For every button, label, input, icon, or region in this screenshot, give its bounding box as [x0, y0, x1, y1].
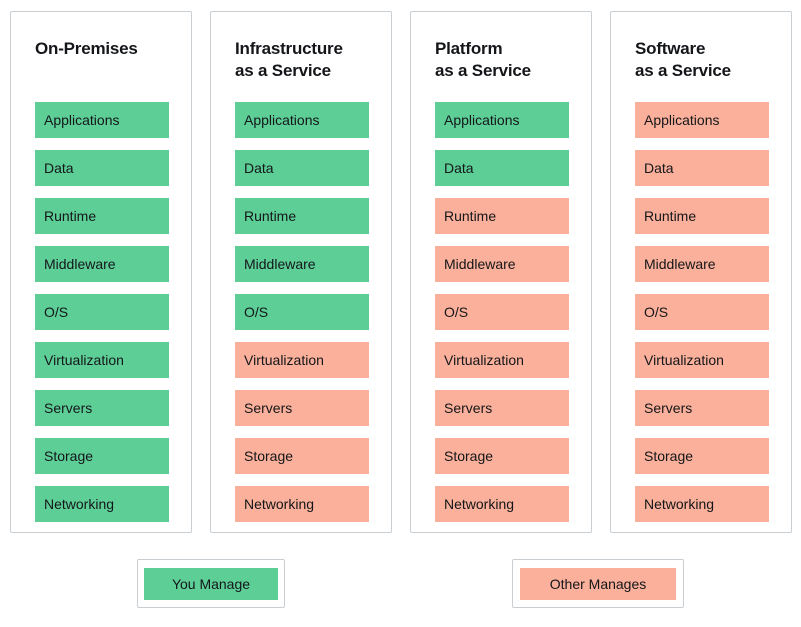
layer-label: Data [644, 160, 674, 176]
layer-runtime[interactable]: Runtime [435, 198, 569, 234]
layer-label: Virtualization [444, 352, 524, 368]
column-card-on-premises[interactable]: On-Premises Applications Data Runtime Mi… [10, 11, 192, 533]
layer-applications[interactable]: Applications [235, 102, 369, 138]
layer-label: Middleware [44, 256, 116, 272]
layer-stack-on-premises: Applications Data Runtime Middleware O/S… [35, 102, 169, 534]
layer-networking[interactable]: Networking [635, 486, 769, 522]
layer-label: Runtime [244, 208, 297, 224]
layer-virtualization[interactable]: Virtualization [435, 342, 569, 378]
layer-label: Networking [44, 496, 115, 512]
layer-runtime[interactable]: Runtime [235, 198, 369, 234]
legend-item-you-manage[interactable]: You Manage [137, 559, 285, 608]
layer-virtualization[interactable]: Virtualization [635, 342, 769, 378]
column-card-infrastructure-as-a-service[interactable]: Infrastructure as a Service Applications… [210, 11, 392, 533]
layer-label: Data [244, 160, 274, 176]
layer-label: O/S [644, 304, 669, 320]
layer-virtualization[interactable]: Virtualization [235, 342, 369, 378]
layer-middleware[interactable]: Middleware [235, 246, 369, 282]
column-title-on-premises: On-Premises [35, 39, 138, 58]
layer-label: Storage [244, 448, 294, 464]
layer-label: Data [44, 160, 74, 176]
layer-stack-platform-as-a-service: Applications Data Runtime Middleware O/S… [435, 102, 569, 534]
layer-label: Middleware [444, 256, 516, 272]
layer-label: Middleware [244, 256, 316, 272]
layer-data[interactable]: Data [235, 150, 369, 186]
legend-swatch-other-manages: Other Manages [520, 567, 676, 600]
service-model-diagram: On-Premises Applications Data Runtime Mi… [0, 0, 801, 627]
layer-data[interactable]: Data [35, 150, 169, 186]
layer-label: Servers [444, 400, 493, 416]
layer-data[interactable]: Data [635, 150, 769, 186]
layer-os[interactable]: O/S [35, 294, 169, 330]
legend-label-other-manages: Other Manages [549, 575, 647, 592]
layer-label: Applications [444, 112, 520, 128]
layer-storage[interactable]: Storage [635, 438, 769, 474]
layer-networking[interactable]: Networking [35, 486, 169, 522]
layer-label: Storage [444, 448, 494, 464]
layer-label: Runtime [44, 208, 97, 224]
layer-os[interactable]: O/S [235, 294, 369, 330]
layer-os[interactable]: O/S [635, 294, 769, 330]
service-model-columns: On-Premises Applications Data Runtime Mi… [0, 0, 801, 545]
layer-storage[interactable]: Storage [35, 438, 169, 474]
layer-data[interactable]: Data [435, 150, 569, 186]
layer-servers[interactable]: Servers [35, 390, 169, 426]
column-title-software-as-a-service: Software as a Service [635, 39, 731, 80]
column-card-software-as-a-service[interactable]: Software as a Service Applications Data … [610, 11, 792, 533]
layer-label: O/S [44, 304, 69, 320]
legend-item-other-manages[interactable]: Other Manages [512, 559, 684, 608]
layer-label: Applications [644, 112, 720, 128]
layer-label: O/S [444, 304, 469, 320]
layer-servers[interactable]: Servers [435, 390, 569, 426]
layer-label: Networking [644, 496, 715, 512]
layer-label: O/S [244, 304, 269, 320]
layer-runtime[interactable]: Runtime [35, 198, 169, 234]
layer-label: Virtualization [244, 352, 324, 368]
layer-middleware[interactable]: Middleware [635, 246, 769, 282]
layer-virtualization[interactable]: Virtualization [35, 342, 169, 378]
layer-networking[interactable]: Networking [235, 486, 369, 522]
layer-runtime[interactable]: Runtime [635, 198, 769, 234]
layer-label: Storage [644, 448, 694, 464]
column-title-platform-as-a-service: Platform as a Service [435, 39, 531, 80]
column-card-platform-as-a-service[interactable]: Platform as a Service Applications Data … [410, 11, 592, 533]
layer-label: Data [444, 160, 474, 176]
layer-label: Virtualization [44, 352, 124, 368]
layer-stack-software-as-a-service: Applications Data Runtime Middleware O/S… [635, 102, 769, 534]
layer-label: Servers [44, 400, 93, 416]
layer-applications[interactable]: Applications [35, 102, 169, 138]
layer-applications[interactable]: Applications [435, 102, 569, 138]
layer-middleware[interactable]: Middleware [35, 246, 169, 282]
column-title-infrastructure-as-a-service: Infrastructure as a Service [235, 39, 343, 80]
layer-label: Networking [244, 496, 315, 512]
layer-stack-infrastructure-as-a-service: Applications Data Runtime Middleware O/S… [235, 102, 369, 534]
layer-middleware[interactable]: Middleware [435, 246, 569, 282]
layer-servers[interactable]: Servers [635, 390, 769, 426]
layer-label: Applications [244, 112, 320, 128]
layer-applications[interactable]: Applications [635, 102, 769, 138]
layer-os[interactable]: O/S [435, 294, 569, 330]
layer-storage[interactable]: Storage [435, 438, 569, 474]
layer-label: Virtualization [644, 352, 724, 368]
layer-networking[interactable]: Networking [435, 486, 569, 522]
legend-label-you-manage: You Manage [171, 575, 251, 592]
layer-label: Applications [44, 112, 120, 128]
layer-label: Servers [244, 400, 293, 416]
layer-label: Runtime [644, 208, 697, 224]
layer-label: Runtime [444, 208, 497, 224]
layer-label: Servers [644, 400, 693, 416]
layer-label: Middleware [644, 256, 716, 272]
legend-swatch-you-manage: You Manage [144, 567, 278, 600]
layer-servers[interactable]: Servers [235, 390, 369, 426]
layer-label: Networking [444, 496, 515, 512]
layer-label: Storage [44, 448, 94, 464]
layer-storage[interactable]: Storage [235, 438, 369, 474]
